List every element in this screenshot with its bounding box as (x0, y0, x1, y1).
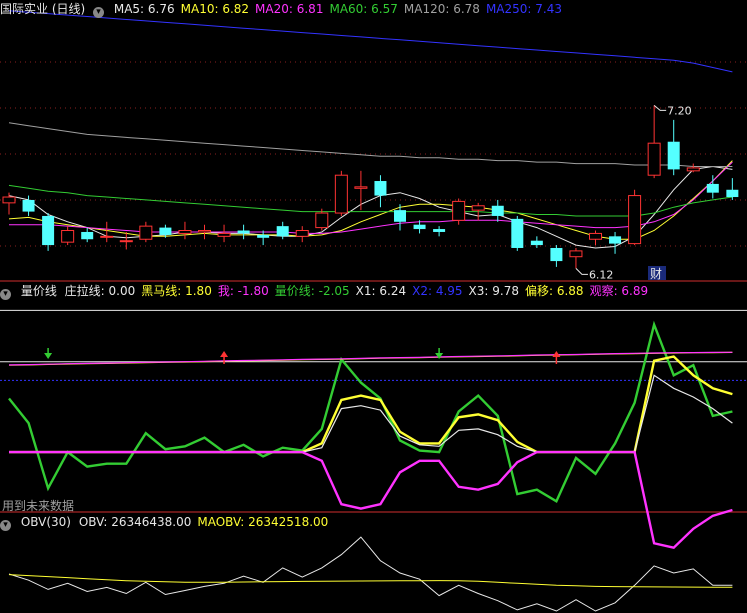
candle-body (413, 224, 426, 230)
volprice-indicator-5: X2: 4.95 (412, 284, 463, 298)
green-down-arrow-icon (435, 353, 444, 359)
candle-body (159, 227, 172, 235)
candle-body (139, 225, 153, 240)
ma-line-ma5 (8, 165, 733, 249)
main-indicator-1: MA10: 6.82 (180, 2, 250, 16)
future-data-note: 用到未来数据 (2, 499, 75, 513)
candle-body (667, 141, 680, 170)
ma-line-ma120 (8, 122, 733, 167)
candle-body (589, 232, 602, 240)
candle-body (530, 240, 543, 246)
volprice-indicator-1: 黑马线: 1.80 (141, 284, 212, 298)
volprice-title[interactable]: 量价线 (21, 284, 57, 298)
stock-title[interactable]: 国际实业 (日线) (0, 2, 85, 16)
candle-body (61, 230, 75, 243)
candle-body (2, 196, 16, 204)
volprice-series-line (8, 320, 733, 504)
low-price-pointer (575, 268, 588, 275)
volprice-indicator-7: 偏移: 6.88 (524, 284, 584, 298)
volprice-indicator-0: 庄拉线: 0.00 (64, 284, 136, 298)
candle-body (491, 205, 504, 216)
candle-body (726, 189, 739, 198)
volprice-indicator-4: X1: 6.24 (355, 284, 407, 298)
volprice-indicator-6: X3: 9.78 (468, 284, 519, 298)
candle-body (198, 230, 211, 233)
volprice-indicator-3: 量价线: -2.05 (274, 284, 350, 298)
candle-body (81, 231, 94, 240)
candle-body (569, 250, 583, 258)
candle-body (452, 200, 466, 221)
high-price-label: 7.20 (667, 104, 692, 117)
candle-body (119, 240, 133, 243)
candle-body (706, 183, 719, 193)
candle-body (315, 212, 329, 229)
candle-body (686, 167, 700, 172)
chevron-down-icon[interactable]: ▾ (0, 520, 11, 531)
volprice-indicator-values: 庄拉线: 0.00 黑马线: 1.80 我: -1.80 量价线: -2.05 X1: … (65, 284, 654, 298)
main-indicator-values: MA5: 6.76 MA10: 6.82 MA20: 6.81 MA60: 6.57 M… (114, 2, 568, 16)
candle-body (471, 205, 485, 211)
candle-body (22, 199, 35, 212)
main-pane-header: 国际实业 (日线) ▾ MA5: 6.76 MA10: 6.82 MA20: 6.8… (0, 0, 574, 18)
candle-body (217, 232, 231, 237)
finance-badge: 财 (650, 267, 662, 281)
candle-body (511, 218, 524, 248)
green-down-arrow-icon (44, 353, 53, 359)
candle-body (394, 210, 406, 222)
volprice-pane-header: ▾ 量价线 庄拉线: 0.00 黑马线: 1.80 我: -1.80 量价线: -2.… (0, 282, 660, 300)
obv-title[interactable]: OBV(30) (21, 515, 71, 529)
candle-body (178, 230, 192, 234)
main-indicator-2: MA20: 6.81 (255, 2, 324, 16)
candle-body (42, 215, 55, 246)
main-indicator-4: MA120: 6.78 (403, 2, 480, 16)
candle-body (257, 234, 270, 238)
candle-body (647, 142, 661, 176)
candle-body (628, 195, 642, 245)
ma-line-ma60 (8, 184, 733, 217)
main-indicator-0: MA5: 6.76 (113, 2, 175, 16)
candle-body (550, 247, 563, 262)
candle-body (100, 235, 114, 238)
candle-body (276, 226, 289, 237)
low-price-label: 6.12 (589, 268, 614, 281)
main-indicator-3: MA60: 6.57 (329, 2, 398, 16)
obv-series-line (8, 574, 733, 588)
candle-body (433, 229, 446, 232)
volprice-series-line (9, 355, 733, 454)
ma-line-ma250 (8, 10, 733, 73)
obv-pane-header: ▾ OBV(30) OBV: 26346438.00 MAOBV: 2634251… (0, 513, 340, 531)
candle-body (374, 181, 387, 196)
candle-body (295, 230, 309, 237)
candle-body (609, 236, 622, 244)
volprice-series-line (9, 450, 733, 550)
volprice-series-line (9, 374, 733, 453)
chevron-down-icon[interactable]: ▾ (93, 7, 105, 18)
volprice-indicator-8: 观察: 6.89 (589, 284, 649, 298)
candle-body (354, 186, 368, 189)
main-indicator-5: MA250: 7.43 (485, 2, 562, 16)
obv-indicator-values: OBV: 26346438.00 MAOBV: 26342518.00 (79, 515, 334, 529)
candle-body (334, 174, 348, 214)
obv-indicator-0: OBV: 26346438.00 (78, 515, 192, 529)
obv-series-line (8, 536, 733, 612)
obv-indicator-1: MAOBV: 26342518.00 (197, 515, 329, 529)
candle-body (237, 230, 250, 234)
volprice-indicator-2: 我: -1.80 (217, 284, 269, 298)
chevron-down-icon[interactable]: ▾ (0, 289, 11, 300)
